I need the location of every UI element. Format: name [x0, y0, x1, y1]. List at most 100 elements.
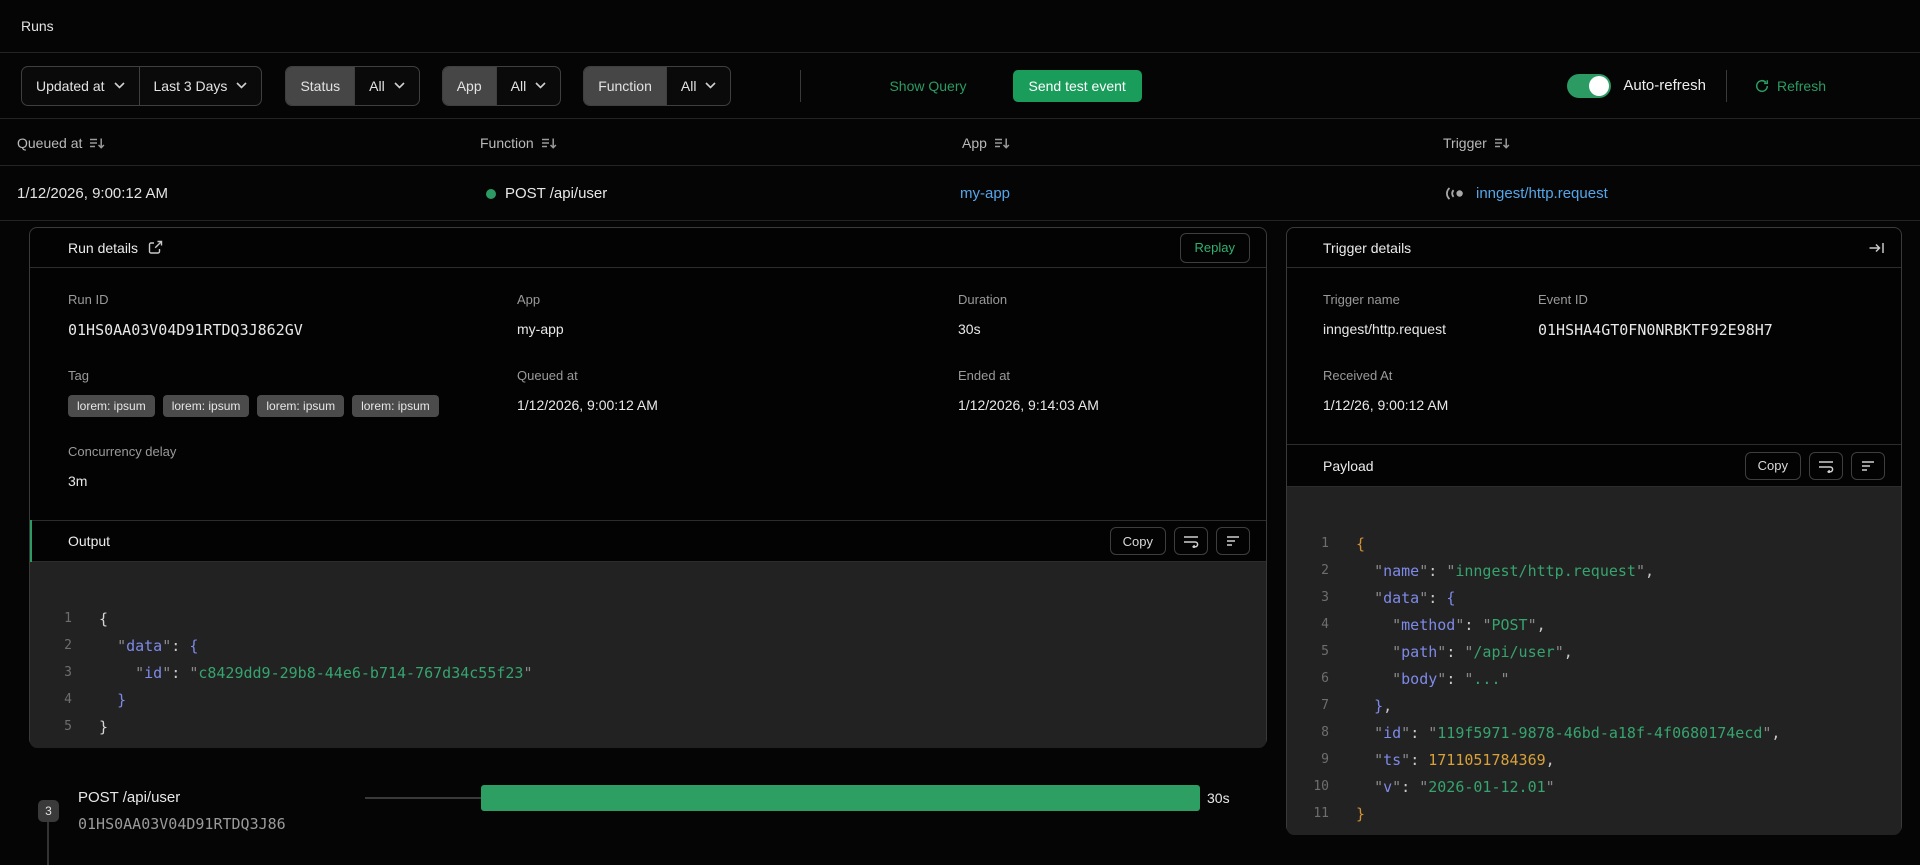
- field-label: Trigger name: [1323, 292, 1400, 307]
- run-table-row[interactable]: 1/12/2026, 9:00:12 AM POST /api/user my-…: [0, 166, 1920, 221]
- app-filter-label: App: [442, 66, 496, 105]
- step-count-badge: 3: [38, 800, 59, 822]
- column-label: Function: [480, 134, 534, 151]
- field-label: Duration: [958, 292, 1008, 307]
- code-line: 11}: [1313, 804, 1366, 823]
- function-filter-dropdown[interactable]: All: [665, 66, 731, 105]
- trigger-details-title: Trigger details: [1323, 239, 1412, 256]
- code-line: 6 "body": "...": [1321, 669, 1510, 688]
- refresh-label: Refresh: [1776, 77, 1826, 94]
- tag-chip: lorem: ipsum: [257, 395, 345, 417]
- column-header-queued-at[interactable]: Queued at: [17, 119, 105, 166]
- sort-icon: [994, 136, 1010, 150]
- column-label: Queued at: [17, 134, 83, 151]
- timeline-function-name: POST /api/user: [78, 789, 181, 806]
- field-trigger-name: Trigger name inngest/http.request: [1323, 292, 1446, 337]
- field-label: Ended at: [958, 368, 1011, 383]
- app-link[interactable]: my-app: [517, 321, 564, 337]
- code-line: 10 "v": "2026-01-12.01": [1313, 777, 1555, 796]
- function-filter-value: All: [680, 77, 697, 94]
- cell-app-link[interactable]: my-app: [960, 166, 1010, 221]
- code-line: 4 "method": "POST",: [1321, 615, 1546, 634]
- status-filter-label: Status: [286, 66, 355, 105]
- trigger-details-header: Trigger details: [1287, 228, 1901, 268]
- auto-refresh-toggle[interactable]: [1567, 73, 1612, 98]
- code-line: 1{: [1321, 534, 1366, 553]
- collapse-panel-icon[interactable]: [1868, 241, 1885, 255]
- run-details-header: Run details Replay: [30, 228, 1266, 268]
- trigger-name-value: inngest/http.request: [1323, 321, 1446, 337]
- sort-icon: [89, 136, 105, 150]
- payload-title: Payload: [1323, 457, 1374, 474]
- function-filter-group: Function All: [583, 65, 732, 106]
- column-header-function[interactable]: Function: [480, 119, 557, 166]
- trigger-name: inngest/http.request: [1476, 185, 1608, 202]
- external-link-icon[interactable]: [148, 240, 163, 255]
- time-filter-group: Updated at Last 3 Days: [21, 65, 263, 106]
- timeline-connector-horizontal: [365, 797, 481, 799]
- copy-button[interactable]: Copy: [1109, 527, 1166, 555]
- column-header-trigger[interactable]: Trigger: [1443, 119, 1510, 166]
- tag-chip-list: lorem: ipsum lorem: ipsum lorem: ipsum lore…: [68, 395, 439, 417]
- divider: [1725, 69, 1727, 102]
- copy-button[interactable]: Copy: [1744, 451, 1801, 480]
- column-header-app[interactable]: App: [962, 119, 1010, 166]
- code-line: 3 "data": {: [1321, 588, 1456, 607]
- app-filter-value: All: [510, 77, 527, 94]
- replay-button[interactable]: Replay: [1179, 232, 1250, 263]
- code-line: 2 "name": "inngest/http.request",: [1321, 561, 1655, 580]
- status-filter-value: All: [369, 77, 385, 94]
- chevron-down-icon: [113, 82, 125, 89]
- tag-chip: lorem: ipsum: [68, 395, 155, 417]
- field-label: Queued at: [517, 368, 578, 383]
- field-label: Run ID: [68, 292, 109, 307]
- field-label: Event ID: [1538, 292, 1588, 307]
- status-filter-dropdown[interactable]: All: [354, 66, 419, 105]
- field-event-id: Event ID 01HSHA4GT0FN0NRBKTF92E98H7: [1538, 292, 1773, 339]
- auto-refresh-label: Auto-refresh: [1623, 77, 1706, 94]
- output-section: Output Copy 1{2 "data": {3 "id": "c8429d…: [30, 520, 1266, 748]
- status-dot-completed: [486, 188, 496, 199]
- code-line: 8 "id": "119f5971-9878-46bd-a18f-4f06801…: [1321, 723, 1781, 742]
- trigger-details-panel: Trigger details Trigger name inngest/htt…: [1286, 227, 1902, 835]
- code-line: 7 },: [1321, 696, 1393, 715]
- chevron-down-icon: [236, 82, 248, 89]
- refresh-button[interactable]: Refresh: [1749, 77, 1832, 95]
- cell-trigger-link[interactable]: inngest/http.request: [1445, 166, 1608, 221]
- send-test-event-button[interactable]: Send test event: [1012, 69, 1142, 102]
- sort-field-value: Updated at: [36, 77, 105, 94]
- output-actions: Copy: [1109, 527, 1250, 555]
- field-run-id: Run ID 01HS0AA03V04D91RTDQ3J862GV: [68, 292, 303, 339]
- code-line: 9 "ts": 1711051784369,: [1321, 750, 1555, 769]
- field-duration: Duration 30s: [958, 292, 1007, 337]
- wrap-text-icon[interactable]: [1174, 527, 1208, 555]
- app-filter-dropdown[interactable]: All: [495, 66, 561, 105]
- refresh-icon: [1755, 79, 1769, 93]
- chevron-down-icon: [394, 82, 405, 89]
- refresh-cluster: Auto-refresh Refresh: [1567, 69, 1920, 102]
- code-line: 4 }: [64, 690, 127, 709]
- format-align-icon[interactable]: [1216, 527, 1250, 555]
- function-filter-label: Function: [584, 66, 666, 105]
- webhook-event-icon: [1445, 186, 1467, 201]
- format-align-icon[interactable]: [1851, 451, 1885, 480]
- wrap-text-icon[interactable]: [1809, 451, 1843, 480]
- payload-header: Payload Copy: [1287, 444, 1901, 487]
- field-received-at: Received At 1/12/26, 9:00:12 AM: [1323, 368, 1448, 413]
- timeline-duration-bar[interactable]: [481, 785, 1200, 811]
- sort-icon: [1494, 136, 1510, 150]
- output-title: Output: [68, 533, 111, 549]
- run-id-value: 01HS0AA03V04D91RTDQ3J862GV: [68, 321, 303, 339]
- code-line: 5}: [64, 717, 109, 736]
- output-code-block: 1{2 "data": {3 "id": "c8429dd9-29b8-44e6…: [30, 562, 1266, 748]
- function-name: POST /api/user: [505, 185, 608, 202]
- duration-value: 30s: [958, 321, 981, 337]
- filter-bar: Updated at Last 3 Days Status All App Al…: [0, 53, 1920, 119]
- chevron-down-icon: [705, 82, 717, 89]
- time-range-dropdown[interactable]: Last 3 Days: [138, 66, 262, 105]
- show-query-button[interactable]: Show Query: [883, 77, 972, 95]
- sort-field-dropdown[interactable]: Updated at: [22, 67, 138, 105]
- cell-function[interactable]: POST /api/user: [486, 166, 607, 221]
- chevron-down-icon: [535, 82, 546, 89]
- runs-table-header: Queued at Function App Trigger: [0, 119, 1920, 166]
